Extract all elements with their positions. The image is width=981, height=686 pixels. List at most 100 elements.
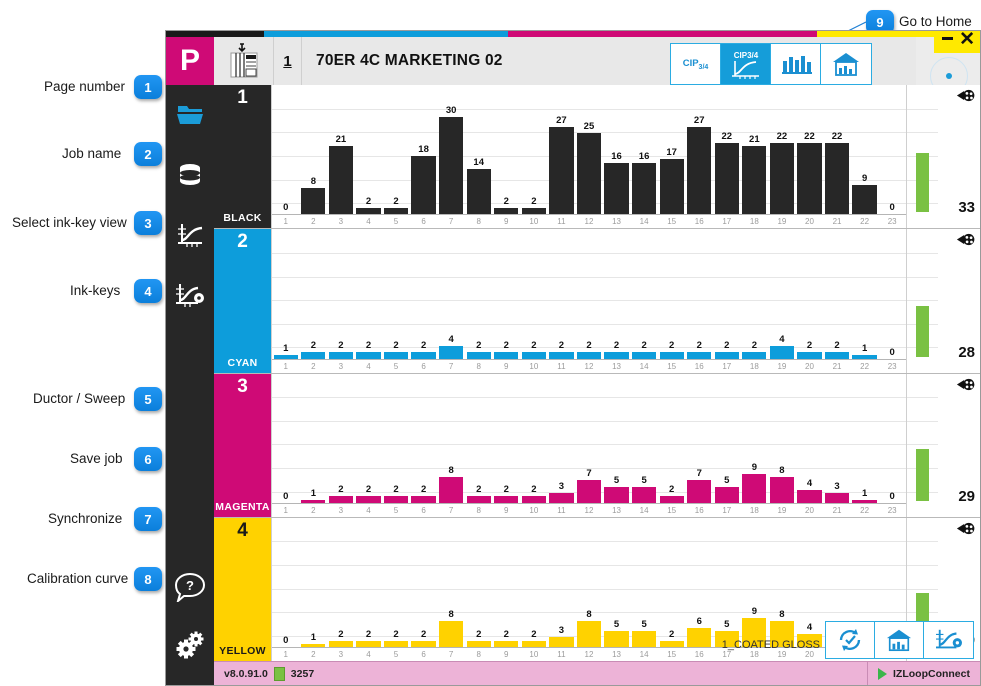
ink-duct-indicator[interactable] [956, 89, 976, 108]
bar [411, 156, 436, 215]
status-right[interactable]: IZLoopConnect [867, 662, 980, 685]
sidebar-item-help[interactable]: ? [166, 561, 214, 613]
bar-cell: 14 [465, 85, 493, 215]
bar-cell: 4 [437, 229, 465, 359]
bar-value-label: 21 [749, 134, 760, 146]
x-tick-label: 20 [805, 505, 814, 515]
x-tick-label: 9 [504, 217, 509, 227]
x-tick-label: 2 [311, 505, 316, 515]
unit-color-bar-black[interactable]: 1 BLACK [214, 85, 271, 229]
bar-value-label: 2 [503, 195, 509, 207]
sidebar-item-open-job[interactable] [166, 89, 214, 141]
x-tick-label: 5 [393, 650, 399, 659]
ink-duct-icon [956, 234, 975, 246]
ink-duct-indicator[interactable] [956, 522, 976, 541]
bar [466, 169, 491, 215]
bar-cell: 2 [493, 229, 521, 359]
sidebar-item-curve-settings[interactable] [166, 269, 214, 321]
x-tick-label: 1 [283, 217, 288, 227]
x-tick-label: 7 [448, 650, 454, 659]
close-button[interactable]: ✕ [959, 31, 975, 51]
gears-icon [176, 631, 204, 659]
ink-key-chart-magenta[interactable]: 0 1 2 2 2 2 8 2 2 2 3 7 5 5 2 7 5 9 8 4 … [271, 373, 906, 517]
bar [769, 476, 795, 503]
bar-value-label: 2 [806, 340, 813, 352]
bar-cell: 6 [685, 518, 713, 647]
view-button-ink-keys[interactable] [771, 44, 821, 84]
ink-duct-gauge[interactable] [906, 229, 938, 373]
unit-color-bar-cyan[interactable]: 2 CYAN [214, 229, 271, 373]
x-tick-label: 22 [860, 361, 870, 371]
synchronize-button[interactable] [826, 622, 875, 658]
x-tick-label: 15 [667, 505, 677, 515]
sidebar-item-settings[interactable] [166, 619, 214, 671]
page-thumbnail[interactable] [214, 37, 274, 85]
printing-unit: 1 BLACK 0 8 21 2 2 18 30 14 2 2 27 25 16… [214, 85, 980, 230]
bar-cell: 2 [300, 229, 328, 359]
callout-badge-8: 8 [134, 567, 162, 591]
bar [631, 486, 657, 503]
bar-value-label: 22 [831, 131, 843, 143]
callout-label-7: Synchronize [48, 511, 123, 526]
bar-cell: 2 [713, 229, 741, 359]
bar-cell: 2 [493, 518, 521, 647]
status-bar: v8.0.91.0 3257 IZLoopConnect [214, 661, 980, 685]
cip-curve-icon: CIP3/4 [731, 51, 759, 79]
x-tick-label: 3 [338, 217, 344, 227]
bar-cell: 27 [685, 85, 713, 215]
ink-key-chart-black[interactable]: 0 8 21 2 2 18 30 14 2 2 27 25 16 16 17 2… [271, 85, 906, 229]
x-tick-label: 5 [393, 217, 399, 227]
save-job-button[interactable] [875, 622, 924, 658]
x-tick-label: 8 [476, 505, 481, 515]
bar-cell: 2 [603, 229, 631, 359]
bar-value-label: 4 [779, 333, 785, 345]
database-icon [180, 164, 200, 185]
sidebar-item-database[interactable] [166, 149, 214, 201]
bar-cell: 21 [741, 85, 769, 215]
gauge-fill [916, 153, 929, 213]
connection-label: IZLoopConnect [893, 667, 970, 680]
bar-value-label: 18 [418, 144, 429, 156]
minimize-button[interactable] [942, 37, 953, 40]
callout-badge-1: 1 [134, 75, 162, 99]
bar [439, 345, 464, 359]
ink-key-chart-cyan[interactable]: 1 2 2 2 2 2 4 2 2 2 2 2 2 2 2 2 2 2 4 2 … [271, 229, 906, 373]
bar-cell: 0 [878, 374, 906, 503]
ink-duct-gauge[interactable] [906, 85, 938, 229]
view-button-cip34-curve[interactable]: CIP3/4 [721, 44, 771, 84]
bar-cell: 16 [630, 85, 658, 215]
unit-color-bar-yellow[interactable]: 4 YELLOW [214, 517, 271, 661]
bar-value-label: 27 [693, 115, 705, 127]
unit-number: 2 [237, 231, 248, 253]
bar-cell: 0 [878, 85, 906, 214]
bar-cell: 2 [658, 374, 686, 503]
sidebar-item-curve[interactable] [166, 209, 214, 261]
ink-duct-indicator[interactable] [956, 378, 976, 397]
counter-label: 3257 [290, 667, 315, 680]
x-tick-label: 11 [557, 361, 566, 371]
x-tick-label: 8 [476, 361, 481, 371]
gauge-fill [916, 306, 929, 357]
ink-duct-gauge[interactable] [906, 373, 938, 517]
bar-value-label: 8 [779, 609, 785, 621]
view-button-home[interactable] [821, 44, 871, 84]
bar-value-label: 16 [638, 150, 650, 162]
view-button-cip34-table[interactable]: CIP3/4 [671, 44, 721, 84]
bar-value-label: 2 [751, 340, 757, 352]
callout-badge-4: 4 [134, 279, 162, 303]
chart-x-axis: 1234567891011121314151617181920212223 [272, 502, 906, 517]
bar-value-label: 16 [611, 150, 622, 162]
unit-color-bar-magenta[interactable]: 3 MAGENTA [214, 373, 271, 517]
page-preview-icon [230, 43, 257, 78]
bar-cell: 2 [382, 518, 410, 647]
bar-cell: 2 [410, 518, 438, 647]
bar-cell: 8 [437, 374, 465, 503]
bar-value-label: 8 [779, 464, 785, 476]
calibration-curve-button[interactable] [924, 622, 973, 658]
bar-cell: 0 [878, 229, 906, 358]
svg-text:?: ? [186, 578, 194, 593]
bar [824, 493, 850, 503]
unit-color-name: CYAN [227, 356, 258, 369]
bar [824, 143, 850, 215]
ink-duct-indicator[interactable] [956, 233, 976, 252]
